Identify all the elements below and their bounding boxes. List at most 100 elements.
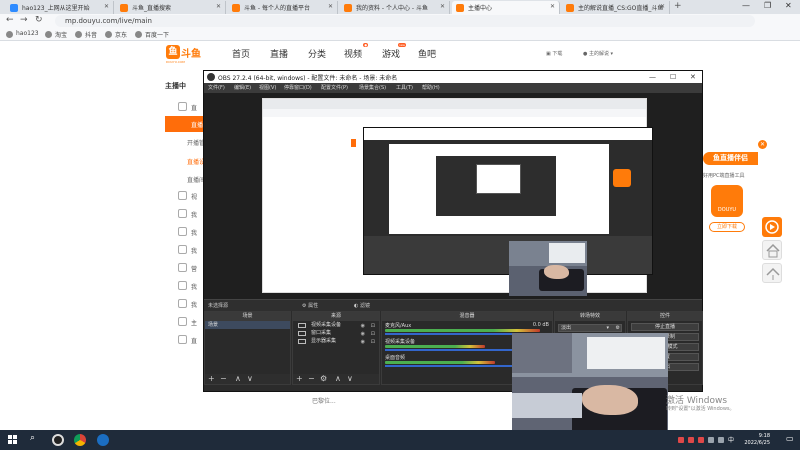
close-window-icon[interactable]: ✕ [785,1,792,10]
obs-menubar: 文件(F) 编辑(E) 视图(V) 停靠窗口(D) 配置文件(P) 场景集合(S… [204,83,702,93]
webcam-monitor [587,337,665,369]
close-icon[interactable]: ✕ [440,3,445,10]
side-menu-item[interactable]: 我 [191,210,197,219]
steam-taskbar-icon[interactable] [97,434,109,446]
transition-select[interactable]: 淡出 ▾ ⚙ [558,324,622,332]
obs-maximize-icon[interactable]: ☐ [670,73,676,81]
new-tab-icon[interactable]: + [674,1,682,11]
nav-live[interactable]: 直播 [270,47,288,60]
side-menu-item[interactable]: 我 [191,246,197,255]
side-menu-item[interactable]: 我 [191,282,197,291]
network-icon[interactable] [708,437,714,443]
forward-icon[interactable]: → [20,15,28,25]
browser-tab-profile[interactable]: 我的资料 - 个人中心 - 斗鱼 ✕ [340,1,450,14]
obs-taskbar-icon[interactable] [52,434,64,446]
obs-preview-canvas[interactable] [204,93,702,299]
nav-home[interactable]: 首页 [232,47,250,60]
side-menu-item[interactable]: 视 [191,192,197,201]
menu-icon [178,281,187,290]
url-input[interactable]: mp.douyu.com/live/main [55,15,755,27]
close-icon[interactable]: ✕ [104,3,109,10]
bookmark-douyin[interactable]: 抖音 [75,30,97,39]
bookmark-hao123[interactable]: hao123 [6,30,39,38]
obs-menu-help[interactable]: 帮助(H) [422,84,440,91]
nav-yuba[interactable]: 鱼吧 [418,47,436,60]
browser-tab-hao123[interactable]: hao123_上网从这里开始 ✕ [6,1,114,14]
house-float-icon[interactable] [762,240,782,260]
obs-menu-edit[interactable]: 编辑(E) [234,84,251,91]
douyu-logo[interactable]: 鱼 斗鱼 DOUYU.COM [166,43,206,64]
windows-start-icon[interactable] [8,435,18,445]
browser-tab-douyu-search[interactable]: 斗鱼_直播搜索 ✕ [116,1,226,14]
side-menu-item[interactable]: 营 [191,264,197,273]
side-menu-item[interactable]: 我 [191,228,197,237]
nav-video[interactable]: 视频 ● [344,43,369,60]
obs-menu-view[interactable]: 视图(V) [259,84,276,91]
source-item[interactable]: 视频采集设备 ◉ ⊡ [293,321,379,329]
add-icon[interactable]: + [208,374,215,384]
controls-header: 控件 [628,312,702,321]
bookmark-jd[interactable]: 京东 [105,30,127,39]
side-menu-item-active[interactable]: 直播 [165,116,205,132]
tray-icon[interactable] [698,437,704,443]
address-bar-row: ← → ↻ mp.douyu.com/live/main [0,14,800,28]
close-icon[interactable]: ✕ [550,3,555,10]
obs-menu-scene-collection[interactable]: 场景集合(S) [359,84,386,91]
promo-download-button[interactable]: 立即下载 [709,222,745,232]
obs-menu-file[interactable]: 文件(F) [208,84,225,91]
move-up-icon[interactable]: ∧ [335,374,341,384]
chrome-taskbar-icon[interactable] [74,434,86,446]
browser-tab-douyu-home[interactable]: 斗鱼 - 每个人的直播平台 ✕ [228,1,338,14]
remove-icon[interactable]: − [308,374,315,384]
side-menu-item[interactable]: 主 [191,318,197,327]
obs-minimize-icon[interactable]: — [649,73,656,81]
nav-game[interactable]: 游戏 new [382,43,407,60]
back-icon[interactable]: ← [6,15,14,25]
user-menu[interactable]: ● 主的解说 ▾ [583,50,613,57]
browser-tab-anchor-center[interactable]: 主播中心 ✕ [452,1,560,14]
scenes-footer: + − ∧ ∨ [205,374,290,384]
tab-label: 主播中心 [468,5,493,12]
properties-button[interactable]: ⚙ 属性 [302,302,318,309]
settings-gear-icon[interactable]: ⚙ [320,374,327,384]
move-down-icon[interactable]: ∨ [247,374,253,384]
promo-close-icon[interactable]: ✕ [758,140,767,149]
stop-streaming-button[interactable]: 停止直播 [631,323,699,331]
close-icon[interactable]: ✕ [660,3,665,10]
nav-category[interactable]: 分类 [308,47,326,60]
taskbar-clock[interactable]: 9:18 2022/6/25 [740,433,770,447]
ime-indicator[interactable]: 中 [728,435,734,444]
tray-icon[interactable] [678,437,684,443]
captured-nested-obs [436,156,556,216]
download-link[interactable]: ▣ 下载 [546,50,562,57]
home-float-icon[interactable] [762,263,782,283]
obs-close-icon[interactable]: ✕ [690,73,696,81]
close-icon[interactable]: ✕ [328,3,333,10]
side-menu-item[interactable]: 直 [191,103,197,112]
source-item[interactable]: 窗口采集 ◉ ⊡ [293,329,379,337]
bookmark-baidu[interactable]: 百度一下 [135,30,169,39]
source-item[interactable]: 显示器采集 ◉ ⊡ [293,337,379,345]
side-menu-item[interactable]: 直 [191,336,197,345]
obs-menu-profile[interactable]: 配置文件(P) [321,84,348,91]
filters-button[interactable]: ◐ 滤镜 [354,302,370,309]
close-icon[interactable]: ✕ [216,3,221,10]
volume-icon[interactable] [718,437,724,443]
obs-menu-tools[interactable]: 工具(T) [396,84,413,91]
minimize-icon[interactable]: — [742,1,750,10]
scene-item[interactable]: 场景 [205,321,290,329]
reload-icon[interactable]: ↻ [35,15,43,25]
search-icon[interactable]: ⌕ [30,433,35,443]
side-menu-item[interactable]: 我 [191,300,197,309]
maximize-icon[interactable]: ❐ [764,1,771,10]
move-up-icon[interactable]: ∧ [235,374,241,384]
play-float-icon[interactable] [762,217,782,237]
remove-icon[interactable]: − [220,374,227,384]
notification-icon[interactable]: ▭ [786,434,794,443]
obs-menu-docks[interactable]: 停靠窗口(D) [284,84,312,91]
browser-tab-csgo-stream[interactable]: 主的解说直播_CS:GO直播_斗鱼 ✕ [562,1,670,14]
move-down-icon[interactable]: ∨ [347,374,353,384]
bookmark-taobao[interactable]: 淘宝 [45,30,67,39]
add-icon[interactable]: + [296,374,303,384]
tray-icon[interactable] [688,437,694,443]
